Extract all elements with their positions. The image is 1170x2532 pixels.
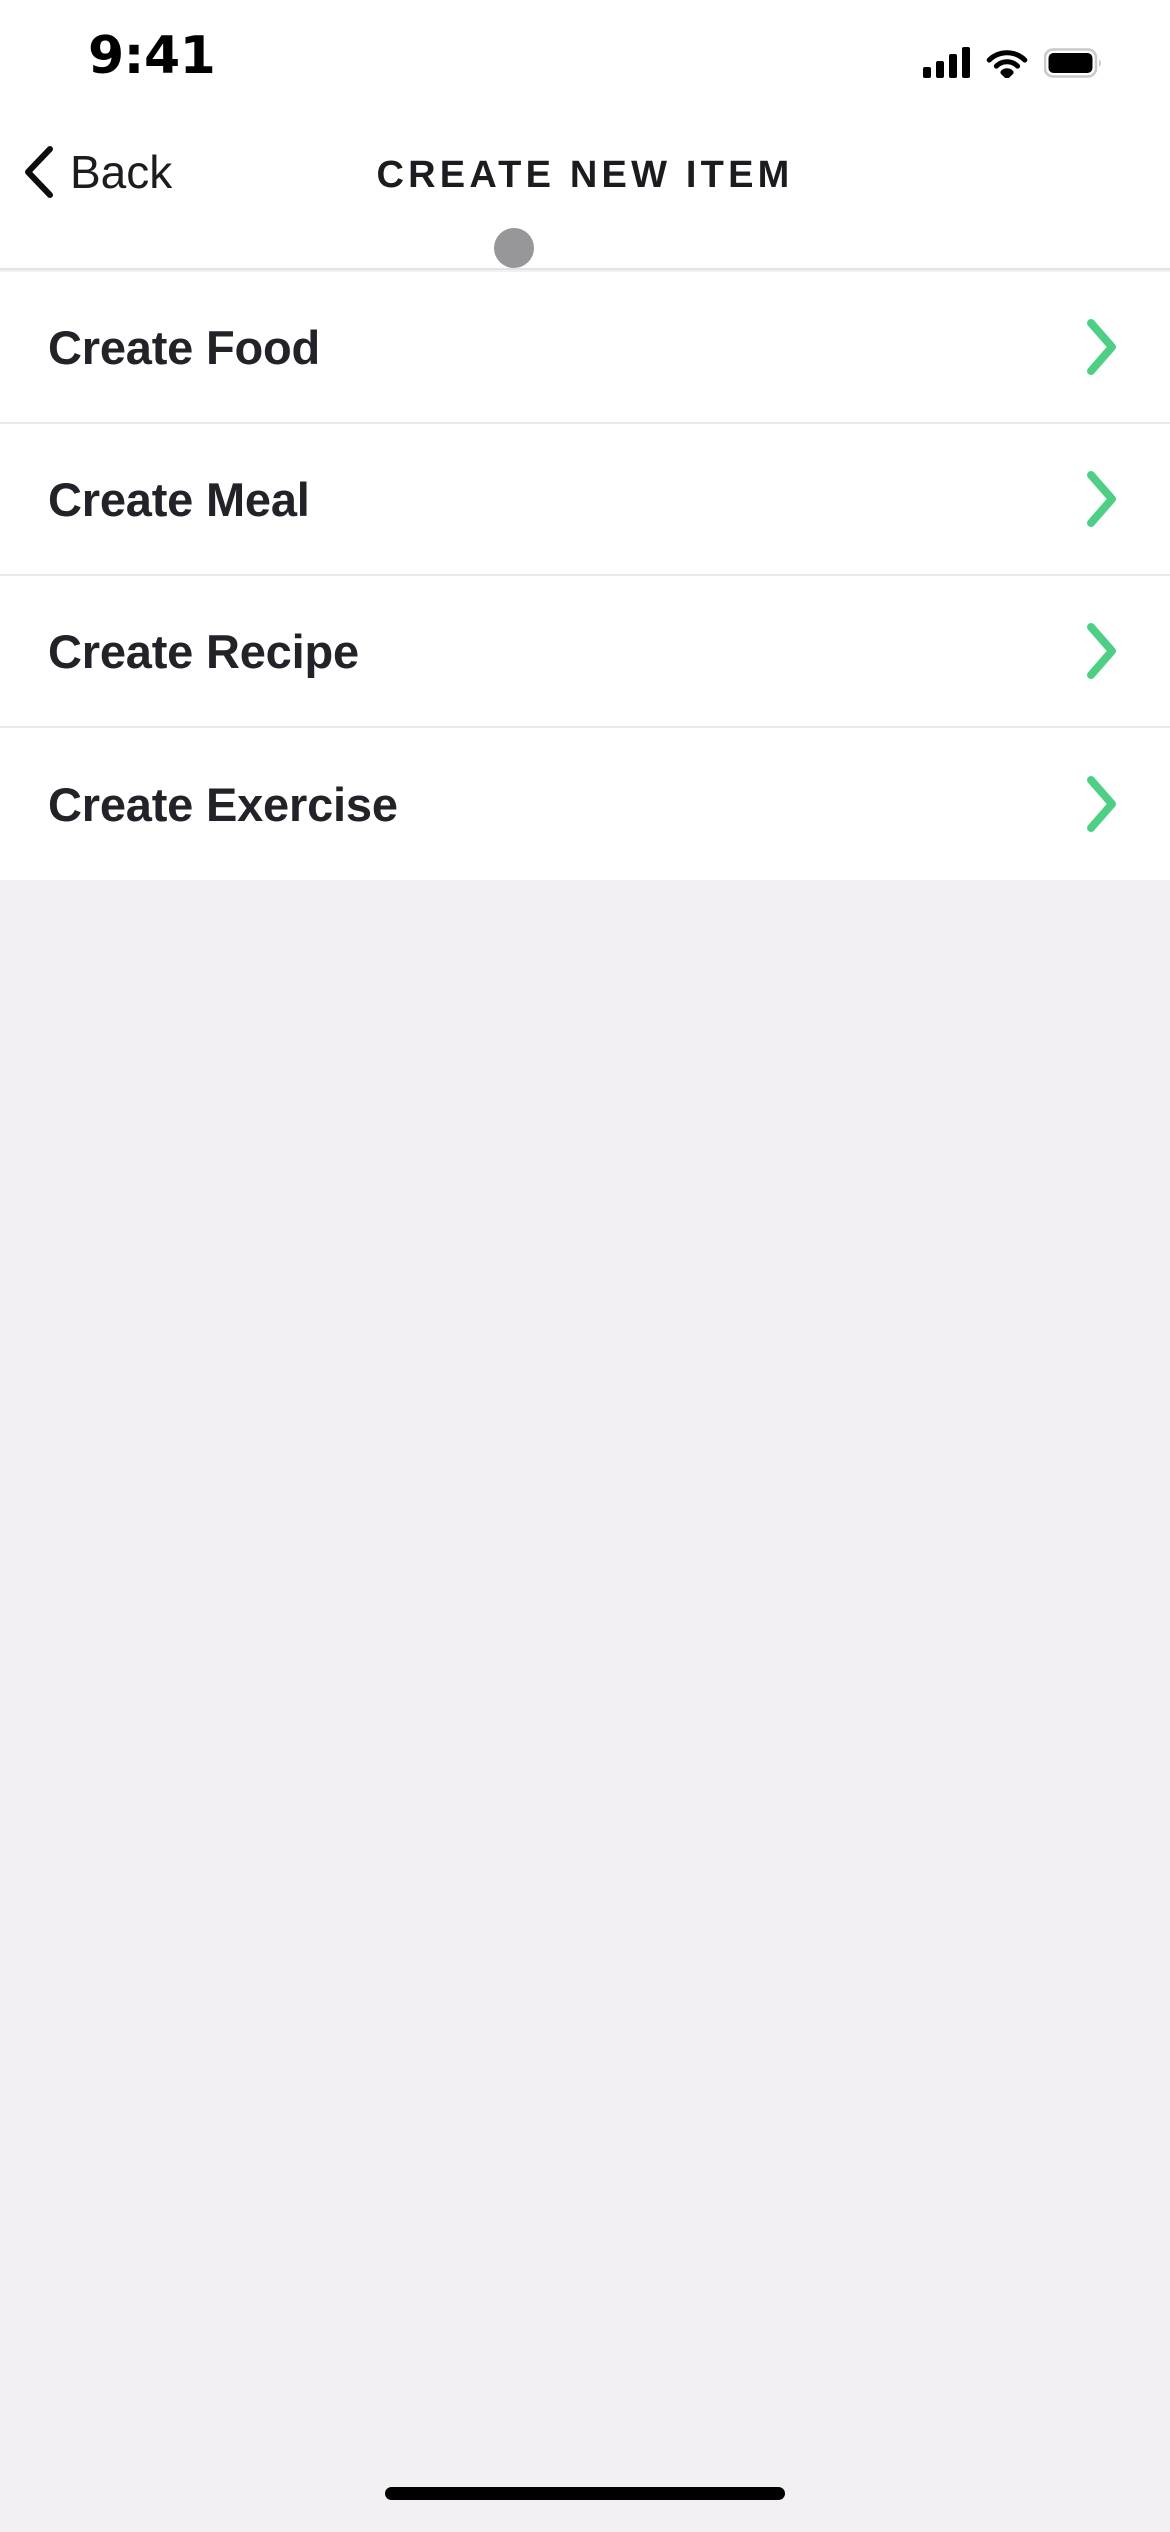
list-item-label: Create Food [48, 320, 320, 374]
status-bar: 9:41 [0, 0, 1170, 98]
list-item-create-recipe[interactable]: Create Recipe [0, 576, 1170, 728]
list-item-label: Create Meal [48, 472, 310, 526]
list-item-create-food[interactable]: Create Food [0, 272, 1170, 424]
touch-cursor-dot [494, 228, 534, 268]
create-item-list: Create Food Create Meal Create Recipe Cr… [0, 272, 1170, 880]
cellular-signal-icon [923, 46, 970, 78]
battery-full-icon [1044, 48, 1104, 78]
page-title: CREATE NEW ITEM [376, 154, 794, 196]
status-bar-time: 9:41 [88, 26, 216, 86]
list-item-create-meal[interactable]: Create Meal [0, 424, 1170, 576]
wifi-icon [986, 46, 1028, 78]
list-item-label: Create Recipe [48, 624, 359, 678]
navigation-bar: Back CREATE NEW ITEM [0, 98, 1170, 270]
chevron-right-icon[interactable] [1078, 316, 1124, 378]
chevron-right-icon[interactable] [1078, 773, 1124, 835]
phone-screen: 9:41 Back CREATE NEW ITEM Create Food Cr… [0, 0, 1170, 2532]
chevron-right-icon[interactable] [1078, 620, 1124, 682]
status-bar-icons [923, 46, 1104, 82]
list-item-create-exercise[interactable]: Create Exercise [0, 728, 1170, 880]
list-item-label: Create Exercise [48, 777, 398, 831]
chevron-right-icon[interactable] [1078, 468, 1124, 530]
home-indicator[interactable] [385, 2487, 785, 2500]
